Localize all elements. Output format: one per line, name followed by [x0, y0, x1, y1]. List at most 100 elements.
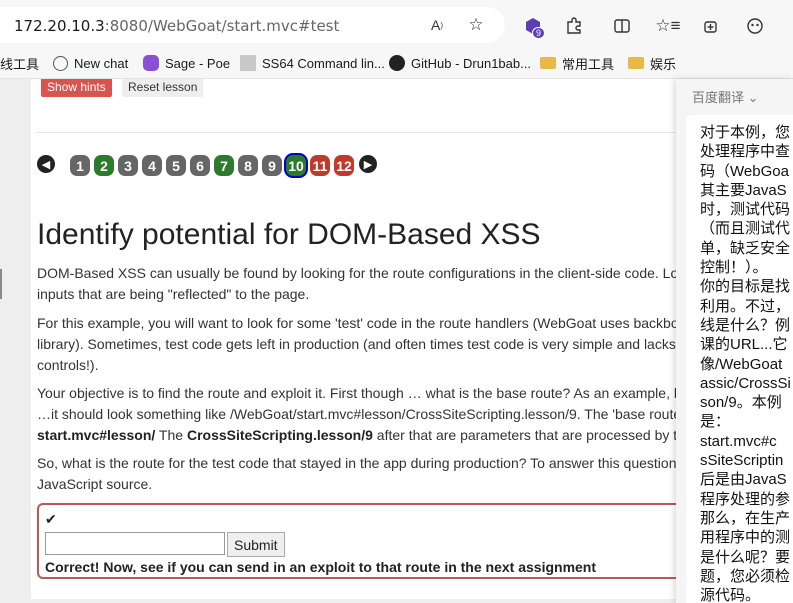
translated-line: 单，缺乏安全	[700, 239, 791, 257]
lesson-step-button[interactable]: 3	[118, 155, 138, 176]
bookmark-label: Sage - Poe	[165, 55, 231, 71]
url-text[interactable]: 172.20.10.3:8080/WebGoat/start.mvc#test	[14, 17, 339, 35]
translated-line: （而且测试代	[700, 220, 791, 238]
bookmark-item[interactable]: 线工具	[0, 52, 39, 74]
lesson-param-text: CrossSiteScripting.lesson/9	[186, 427, 373, 443]
collections-icon[interactable]	[698, 13, 724, 39]
copilot-icon[interactable]	[742, 13, 768, 39]
lesson-step-button[interactable]: 4	[142, 155, 162, 176]
divider	[37, 132, 721, 133]
lesson-step-button[interactable]: 5	[166, 155, 186, 176]
feedback-message: Correct! Now, see if you can send in an …	[45, 559, 597, 575]
folder-icon	[628, 57, 644, 69]
translate-card: 对于本例，您 处理程序中查 码（WebGoa 其主要JavaS 时，测试代码 （而且测试代…	[686, 115, 793, 603]
translated-line: 对于本例，您	[700, 124, 791, 141]
paragraph-line: inputs that are being "reflected" to the…	[37, 286, 310, 302]
lesson-step-button[interactable]: 2	[94, 155, 114, 176]
translated-line: 源代码。	[700, 587, 761, 603]
translated-line: sSiteScriptin	[700, 452, 784, 470]
paragraph-text: after that are parameters that are proce…	[372, 427, 685, 443]
lesson-step-button[interactable]: 8	[238, 155, 258, 176]
paragraph-line: library). Sometimes, test code gets left…	[37, 336, 676, 352]
lesson-step-button[interactable]: 1	[70, 155, 90, 176]
lesson-step-button[interactable]: 11	[310, 155, 330, 176]
reset-lesson-button[interactable]: Reset lesson	[122, 79, 204, 97]
bookmark-item[interactable]: Sage - Poe	[143, 52, 230, 74]
bookmark-item[interactable]: GitHub - Drun1bab...	[389, 52, 531, 74]
ss64-icon	[240, 55, 256, 71]
paragraph-line: JavaScript source.	[37, 476, 153, 492]
url-host: 172.20.10.3	[14, 17, 105, 35]
translated-line: start.mvc#c	[700, 432, 777, 450]
bookmark-label: GitHub - Drun1bab...	[411, 55, 531, 71]
paragraph-line: For this example, you will want to look …	[37, 315, 679, 331]
bookmark-label: 线工具	[0, 56, 40, 72]
translated-line: 处理程序中查	[700, 143, 791, 161]
bookmark-item[interactable]: 娱乐	[628, 52, 676, 74]
submit-button[interactable]: Submit	[227, 532, 285, 557]
bookmark-item[interactable]: SS64 Command lin...	[240, 52, 385, 74]
translated-line: 用程序中的测	[700, 529, 791, 547]
translate-title[interactable]: 百度翻译 ⌄	[692, 87, 759, 106]
lesson-step-button[interactable]: 7	[214, 155, 234, 176]
translated-line: 时，测试代码	[700, 201, 791, 219]
bookmark-item[interactable]: 常用工具	[540, 52, 614, 74]
translated-line: 利用。不过，	[700, 297, 791, 315]
prev-page-arrow-icon[interactable]: ◀	[37, 155, 55, 173]
paragraph-line: …it should look something like /WebGoat/…	[37, 406, 682, 422]
puzzle-icon[interactable]	[561, 13, 587, 39]
bookmark-label: 娱乐	[650, 56, 677, 72]
favorites-icon[interactable]: ☆≡	[655, 13, 681, 39]
bookmark-item[interactable]: New chat	[53, 52, 128, 74]
paragraph-text: The	[155, 427, 187, 443]
lesson-step-button[interactable]: 6	[190, 155, 210, 176]
paragraph-4: So, what is the route for the test code …	[37, 453, 721, 495]
scroll-marker	[0, 269, 2, 299]
translated-text: 对于本例，您 处理程序中查 码（WebGoa 其主要JavaS 时，测试代码 （而且测试代…	[700, 123, 793, 603]
translated-line: 线是什么？例	[700, 316, 791, 334]
assignment-form: ✔ Submit Correct! Now, see if you can se…	[37, 503, 721, 579]
github-icon	[389, 55, 405, 71]
show-hints-button[interactable]: Show hints	[41, 79, 112, 97]
translated-line: 你的目标是找	[700, 278, 791, 296]
openai-icon	[53, 55, 68, 71]
translated-line: 像/WebGoat	[700, 355, 783, 373]
translated-line: son/9。本例	[700, 394, 782, 412]
url-path: :8080/WebGoat/start.mvc#test	[104, 17, 340, 35]
split-screen-icon[interactable]	[609, 13, 635, 39]
paragraph-1: DOM-Based XSS can usually be found by lo…	[37, 263, 721, 305]
bookmark-label: New chat	[74, 55, 129, 71]
chevron-down-icon: ⌄	[747, 90, 759, 105]
paragraph-3: Your objective is to find the route and …	[37, 383, 721, 446]
translate-title-label: 百度翻译	[692, 90, 745, 105]
paragraph-line: DOM-Based XSS can usually be found by lo…	[37, 265, 679, 281]
translated-line: 控制！）。	[700, 259, 768, 277]
route-answer-input[interactable]	[45, 532, 225, 555]
bookmark-label: SS64 Command lin...	[262, 55, 385, 71]
address-bar[interactable]: 172.20.10.3:8080/WebGoat/start.mvc#test …	[0, 7, 505, 43]
translated-line: 其主要JavaS	[700, 181, 787, 199]
translated-line: 后是由JavaS	[700, 471, 787, 489]
read-aloud-icon[interactable]: A)	[424, 12, 450, 38]
bookmarks-bar: 线工具 New chat Sage - Poe SS64 Command lin…	[0, 50, 793, 79]
translated-line: 码（WebGoa	[700, 162, 789, 180]
folder-icon	[540, 57, 556, 69]
favorite-star-icon[interactable]: ☆	[463, 12, 489, 38]
translated-line: 程序处理的参	[700, 490, 791, 508]
translated-line: 是：	[700, 413, 731, 431]
lesson-step-button[interactable]: 10	[286, 155, 306, 176]
paragraph-line: start.mvc#lesson/ The CrossSiteScripting…	[37, 425, 721, 446]
translated-line: assic/CrossSi	[700, 374, 791, 392]
translated-line: 那么，在生产	[700, 509, 791, 527]
lesson-step-button[interactable]: 12	[334, 155, 354, 176]
translated-line: 题，您必须检	[700, 567, 791, 585]
extension-icon[interactable]: 9	[520, 13, 546, 39]
translated-line: 课的URL...它	[700, 336, 788, 354]
translated-line: 是什么呢？要	[700, 548, 791, 566]
bookmark-label: 常用工具	[562, 56, 615, 72]
lesson-step-button[interactable]: 9	[262, 155, 282, 176]
paragraph-2: For this example, you will want to look …	[37, 313, 721, 376]
next-page-arrow-icon[interactable]: ▶	[359, 155, 377, 173]
paragraph-line: So, what is the route for the test code …	[37, 455, 681, 471]
page-title: Identify potential for DOM-Based XSS	[37, 218, 541, 251]
